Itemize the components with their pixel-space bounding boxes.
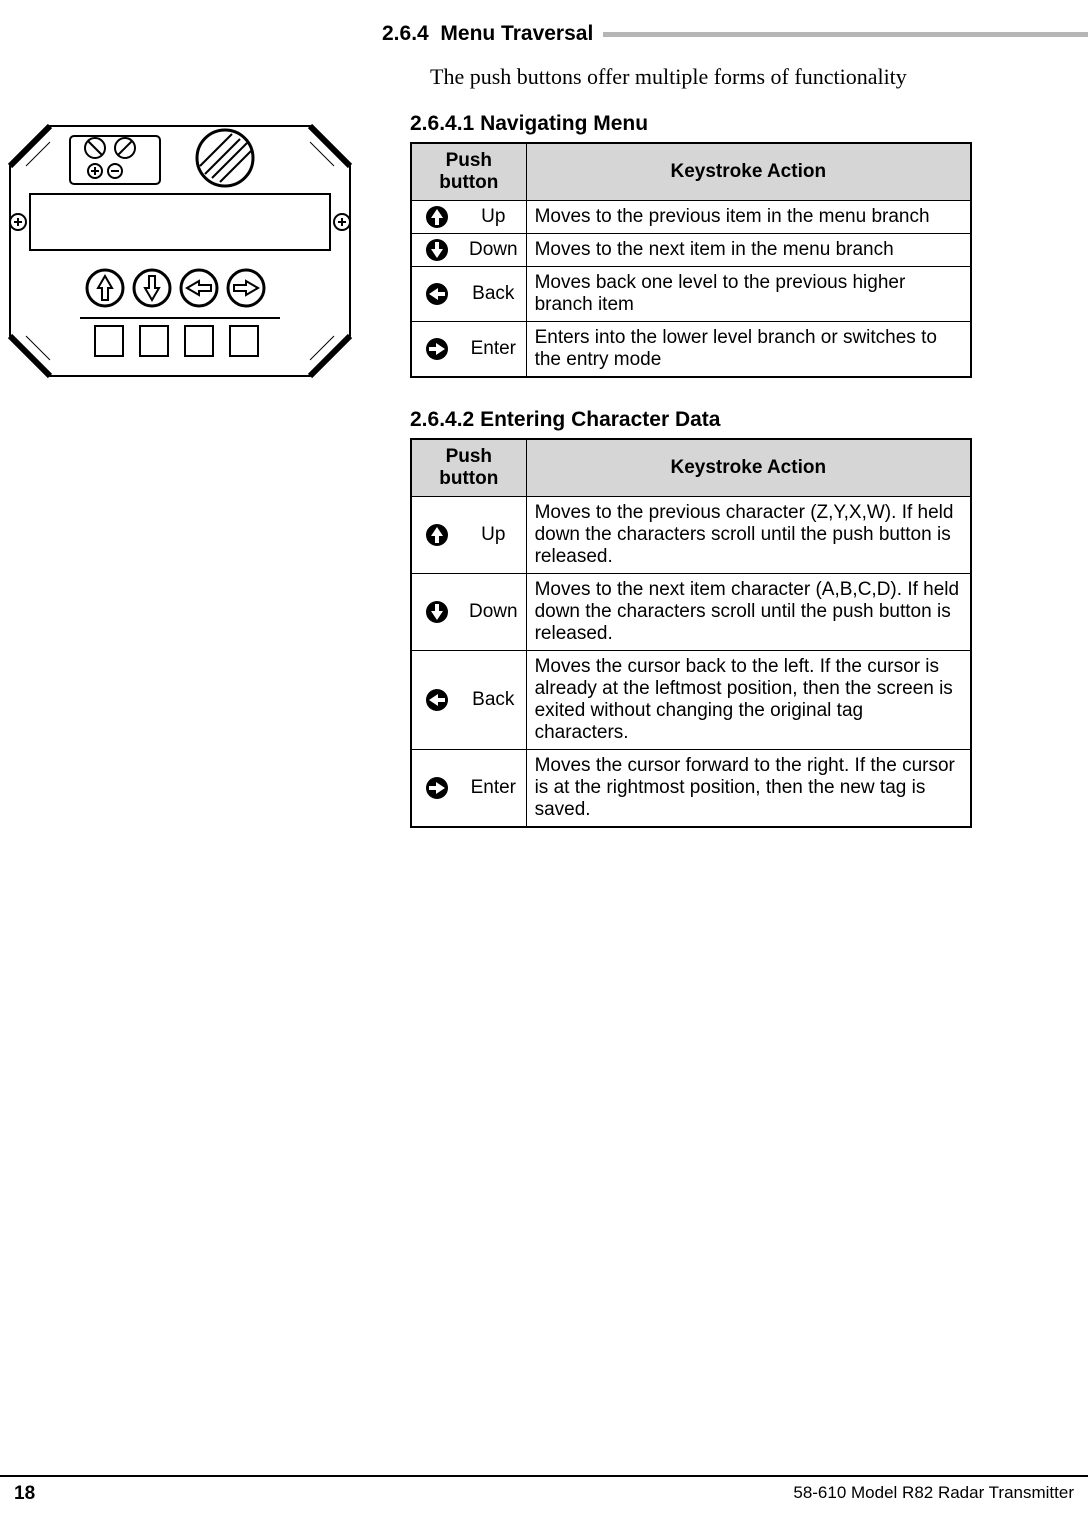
table-row: Enter Enters into the lower level branch… [411,322,971,378]
back-arrow-icon [411,267,461,322]
table-row: Back Moves the cursor back to the left. … [411,651,971,750]
subsection-1-title: Navigating Menu [480,112,648,135]
heading-rule [603,32,1088,37]
button-label: Enter [461,322,526,378]
page-number: 18 [14,1483,35,1505]
button-label: Up [461,201,526,234]
keystroke-action: Moves the cursor back to the left. If th… [526,651,971,750]
table-header-row: Push button Keystroke Action [411,439,971,497]
button-label: Up [461,497,526,574]
page-footer: 18 58-610 Model R82 Radar Transmitter [0,1475,1088,1505]
table-header-row: Push button Keystroke Action [411,143,971,201]
keystroke-action: Moves to the next item character (A,B,C,… [526,574,971,651]
device-illustration [0,116,360,391]
down-arrow-icon [411,574,461,651]
enter-arrow-icon [411,322,461,378]
down-arrow-icon [411,234,461,267]
back-arrow-icon [411,651,461,750]
button-label: Enter [461,750,526,828]
table-row: Up Moves to the previous item in the men… [411,201,971,234]
keystroke-action: Moves to the previous character (Z,Y,X,W… [526,497,971,574]
subsection-1-heading: 2.6.4.1 Navigating Menu [410,112,1088,136]
table-row: Back Moves back one level to the previou… [411,267,971,322]
button-label: Back [461,267,526,322]
keystroke-action: Enters into the lower level branch or sw… [526,322,971,378]
col-push-button: Push button [411,439,526,497]
button-label: Back [461,651,526,750]
intro-text: The push buttons offer multiple forms of… [430,64,1088,90]
navigating-menu-table: Push button Keystroke Action Up Moves to… [410,142,972,378]
table-row: Up Moves to the previous character (Z,Y,… [411,497,971,574]
keystroke-action: Moves to the next item in the menu branc… [526,234,971,267]
document-title: 58-610 Model R82 Radar Transmitter [793,1483,1074,1505]
keystroke-action: Moves the cursor forward to the right. I… [526,750,971,828]
table-row: Enter Moves the cursor forward to the ri… [411,750,971,828]
up-arrow-icon [411,201,461,234]
table-row: Down Moves to the next item character (A… [411,574,971,651]
subsection-2-title: Entering Character Data [480,408,720,431]
col-keystroke-action: Keystroke Action [526,143,971,201]
col-keystroke-action: Keystroke Action [526,439,971,497]
table-row: Down Moves to the next item in the menu … [411,234,971,267]
button-label: Down [461,234,526,267]
section-heading: 2.6.4 Menu Traversal [382,22,1088,46]
col-push-button: Push button [411,143,526,201]
subsection-2-heading: 2.6.4.2 Entering Character Data [410,408,1088,432]
subsection-1-number: 2.6.4.1 [410,112,474,135]
keystroke-action: Moves to the previous item in the menu b… [526,201,971,234]
entering-character-table: Push button Keystroke Action Up Moves to… [410,438,972,828]
button-label: Down [461,574,526,651]
up-arrow-icon [411,497,461,574]
subsection-2-number: 2.6.4.2 [410,408,474,431]
enter-arrow-icon [411,750,461,828]
keystroke-action: Moves back one level to the previous hig… [526,267,971,322]
section-title: Menu Traversal [440,22,593,45]
section-number: 2.6.4 [382,22,429,45]
